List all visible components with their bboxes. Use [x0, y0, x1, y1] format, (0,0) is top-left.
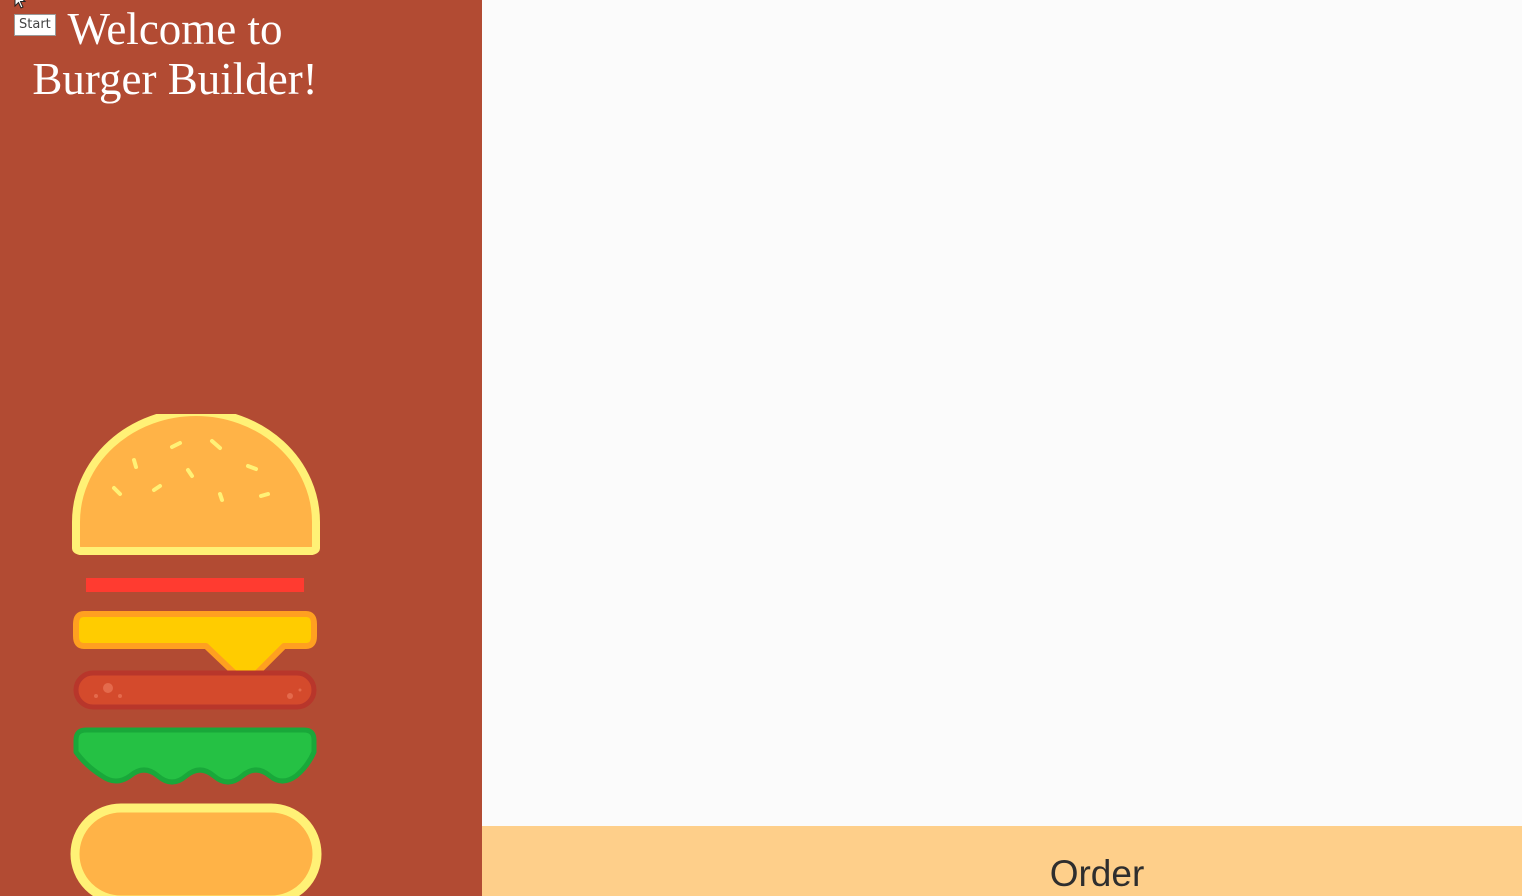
order-button-label: Order: [1049, 853, 1145, 894]
main-content: [482, 0, 1522, 896]
sidebar: Welcome to Burger Builder! Start: [0, 0, 482, 896]
order-bar: Order: [482, 826, 1522, 896]
burger-preview: [70, 414, 322, 896]
patty-icon[interactable]: [73, 670, 317, 710]
lettuce-icon[interactable]: [73, 727, 317, 785]
start-tooltip: Start: [14, 14, 56, 36]
mouse-cursor-icon: [14, 0, 27, 9]
bun-top-icon[interactable]: [72, 414, 320, 555]
bun-bottom-icon[interactable]: [70, 803, 322, 896]
order-button[interactable]: Order: [482, 826, 1522, 896]
burger-builder-app: Welcome to Burger Builder! Start Order: [0, 0, 1522, 896]
tomato-icon[interactable]: [86, 578, 304, 592]
